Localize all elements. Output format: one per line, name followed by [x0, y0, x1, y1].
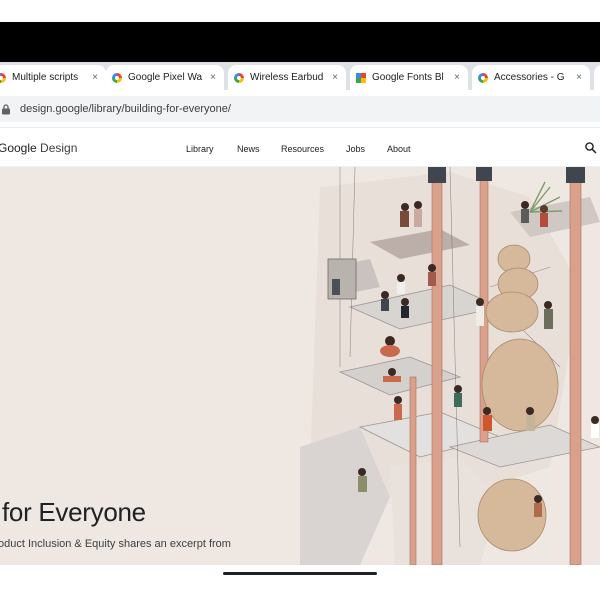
browser-window: Multiple scripts × Google Pixel Wa × Wir…: [0, 0, 600, 600]
nav-jobs[interactable]: Jobs: [346, 144, 365, 154]
tab-wireless-earbuds[interactable]: Wireless Earbud ×: [228, 65, 346, 90]
google-fonts-favicon-icon: [356, 72, 366, 83]
google-favicon-icon: [478, 72, 488, 83]
google-favicon-icon: [0, 72, 6, 83]
address-bar: design.google/library/building-for-every…: [0, 90, 600, 128]
url-text: design.google/library/building-for-every…: [20, 103, 231, 115]
site-header: Google Design Library News Resources Job…: [0, 129, 600, 167]
tab-google-fonts[interactable]: Google Fonts Bl ×: [350, 65, 468, 90]
window-top-bar: [0, 22, 600, 62]
tab-accessories[interactable]: Accessories - G ×: [472, 65, 590, 90]
tab-partial[interactable]: [594, 65, 600, 90]
tab-title: Wireless Earbud: [250, 72, 324, 83]
hero-title: for Everyone: [2, 497, 146, 527]
tab-strip: Multiple scripts × Google Pixel Wa × Wir…: [0, 62, 600, 90]
close-tab-icon[interactable]: ×: [330, 72, 340, 83]
close-tab-icon[interactable]: ×: [574, 72, 584, 83]
tab-google-pixel[interactable]: Google Pixel Wa ×: [106, 65, 224, 90]
hero-illustration: [300, 167, 600, 565]
close-tab-icon[interactable]: ×: [452, 72, 462, 83]
google-favicon-icon: [112, 72, 122, 83]
logo-design-text: Design: [36, 141, 78, 155]
close-tab-icon[interactable]: ×: [90, 72, 100, 83]
tab-title: Accessories - G: [494, 72, 565, 83]
url-field[interactable]: design.google/library/building-for-every…: [0, 96, 600, 122]
nav-library[interactable]: Library: [186, 144, 214, 154]
google-favicon-icon: [234, 72, 244, 83]
nav-resources[interactable]: Resources: [281, 144, 324, 154]
logo-google-text: Google: [0, 141, 37, 155]
bottom-area: [0, 565, 600, 600]
search-icon[interactable]: [584, 141, 598, 155]
scroll-indicator[interactable]: [223, 572, 377, 575]
lock-icon[interactable]: [0, 103, 12, 115]
tab-title: Google Fonts Bl: [372, 72, 444, 83]
hero-subtitle: oduct Inclusion & Equity shares an excer…: [0, 538, 231, 550]
nav-about[interactable]: About: [387, 144, 411, 154]
tab-title: Google Pixel Wa: [128, 72, 203, 83]
tab-title: Multiple scripts: [12, 72, 79, 83]
google-design-logo[interactable]: Google Design: [0, 141, 77, 155]
hero-section: for Everyone oduct Inclusion & Equity sh…: [0, 167, 600, 565]
close-tab-icon[interactable]: ×: [208, 72, 218, 83]
nav-news[interactable]: News: [237, 144, 260, 154]
tab-multiple-scripts[interactable]: Multiple scripts ×: [0, 65, 106, 90]
